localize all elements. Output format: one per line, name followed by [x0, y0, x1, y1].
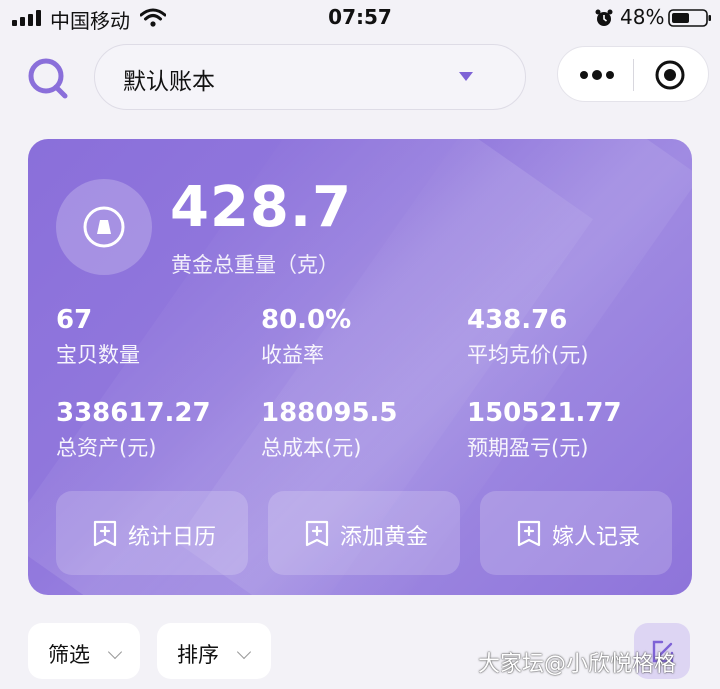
- status-bar: 中国移动 07:57 48%: [0, 0, 720, 36]
- add-gold-button[interactable]: 添加黄金: [268, 491, 460, 575]
- stat-label: 预期盈亏(元): [467, 436, 589, 460]
- stat-value: 188095.5: [261, 398, 398, 428]
- total-gold-weight-label: 黄金总重量（克）: [171, 253, 339, 277]
- sort-dropdown[interactable]: 排序: [157, 623, 271, 679]
- stat-return-rate: 80.0% 收益率: [261, 305, 351, 369]
- button-label: 统计日历: [128, 525, 217, 550]
- statistics-calendar-button[interactable]: 统计日历: [56, 491, 248, 575]
- stat-total-cost: 188095.5 总成本(元): [261, 398, 398, 462]
- total-gold-weight: 428.7: [170, 175, 353, 240]
- capsule-divider: [633, 59, 634, 91]
- stat-label: 宝贝数量: [56, 343, 140, 367]
- battery-percentage: 48%: [620, 5, 665, 29]
- add-bookmark-icon: [305, 520, 329, 547]
- dowry-record-button[interactable]: 嫁人记录: [480, 491, 672, 575]
- stat-value: 338617.27: [56, 398, 211, 428]
- stat-value: 80.0%: [261, 305, 352, 335]
- stat-label: 总成本(元): [261, 436, 362, 460]
- stat-total-assets: 338617.27 总资产(元): [56, 398, 211, 462]
- stat-expected-profit: 150521.77 预期盈亏(元): [467, 398, 622, 462]
- button-label: 嫁人记录: [552, 525, 641, 550]
- stat-item-count: 67 宝贝数量: [56, 305, 140, 369]
- filter-dropdown[interactable]: 筛选: [28, 623, 140, 679]
- account-book-name: 默认账本: [123, 69, 215, 95]
- chevron-down-icon: [236, 644, 252, 660]
- gold-summary-card: 428.7 黄金总重量（克） 67 宝贝数量 80.0% 收益率 438.76 …: [28, 139, 692, 595]
- miniprogram-capsule: [557, 46, 709, 102]
- stat-average-price: 438.76 平均克价(元): [467, 305, 588, 369]
- add-bookmark-icon: [93, 520, 117, 547]
- chevron-down-icon: [107, 644, 123, 660]
- button-label: 添加黄金: [340, 525, 429, 550]
- close-target-icon[interactable]: [654, 59, 686, 91]
- more-dots-icon[interactable]: [578, 67, 616, 83]
- forum-watermark: 大家坛@小欣悦格格: [478, 652, 677, 677]
- stat-value: 150521.77: [467, 398, 622, 428]
- filter-label: 筛选: [48, 643, 90, 667]
- stat-label: 总资产(元): [56, 436, 157, 460]
- gold-bar-badge: [56, 179, 152, 275]
- sort-label: 排序: [177, 643, 219, 667]
- app-logo-icon: [28, 58, 68, 99]
- alarm-clock-icon: [595, 9, 613, 26]
- stat-label: 收益率: [261, 343, 324, 367]
- add-bookmark-icon: [517, 520, 541, 547]
- account-book-selector[interactable]: 默认账本: [94, 44, 526, 110]
- dropdown-arrow-icon: [459, 72, 473, 81]
- gold-bar-icon: [83, 206, 125, 248]
- stat-label: 平均克价(元): [467, 343, 589, 367]
- stat-value: 67: [56, 305, 93, 335]
- battery-icon: [668, 9, 711, 27]
- stat-value: 438.76: [467, 305, 568, 335]
